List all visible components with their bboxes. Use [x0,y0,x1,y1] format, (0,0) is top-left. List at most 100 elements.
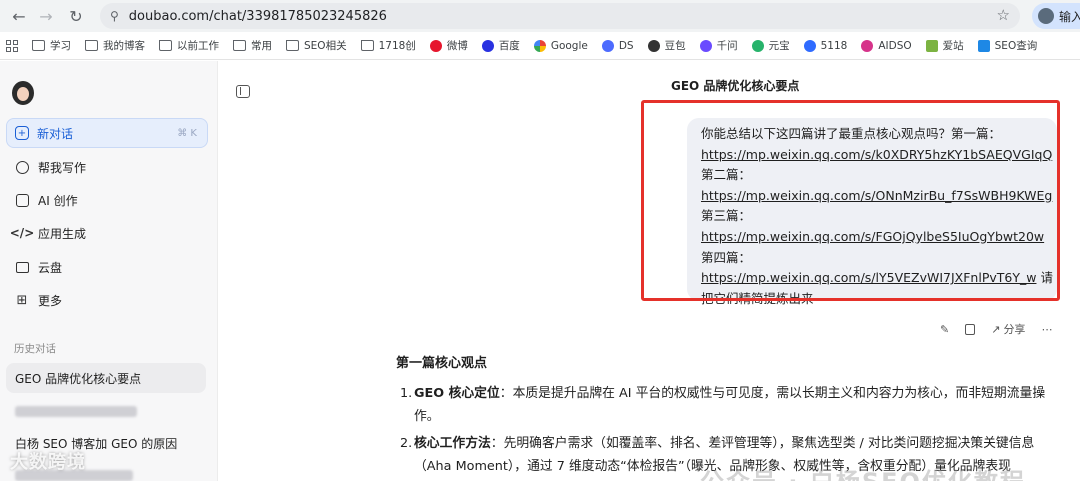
sidebar-item-label: 更多 [38,293,63,308]
item-bold: 核心工作方法 [414,436,491,451]
bookmark-item[interactable]: 常用 [233,38,272,53]
bookmark-item[interactable]: AIDSO [861,39,912,52]
profile-avatar [1038,8,1054,24]
bookmark-item[interactable]: Google [533,39,588,52]
sidebar-toggle-icon[interactable] [236,85,250,98]
folder-icon [233,40,246,51]
qianwen-icon [699,39,712,52]
bookmark-item[interactable]: 百度 [481,38,520,53]
share-label: 分享 [1003,323,1026,336]
more-icon[interactable]: ⋯ [1041,323,1052,336]
bookmark-label: 豆包 [664,40,686,52]
share-icon: ↗ [991,322,1001,336]
new-chat-button[interactable]: + 新对话 ⌘ K [6,118,208,148]
bookmark-label: 微博 [446,40,468,52]
sidebar-item-label: AI 创作 [38,193,78,208]
chat-main: GEO 品牌优化核心要点 你能总结以下这四篇讲了最重点核心观点吗？第一篇： ht… [219,61,1080,481]
bookmarks-bar: 学习 我的博客 以前工作 常用 SEO相关 1718创 微博 百度 Google… [0,32,1080,60]
blurred-history-item [15,406,137,417]
bookmark-item[interactable]: 以前工作 [159,38,219,53]
sidebar-item-ai-create[interactable]: AI 创作 [14,190,78,210]
bookmark-item[interactable]: 豆包 [647,38,686,53]
bookmark-label: SEO相关 [304,40,347,52]
folder-icon [85,40,98,51]
answer-list-item: 1. GEO 核心定位：本质是提升品牌在 AI 平台的权威性与可见度，需以长期主… [400,382,1070,428]
bookmark-label: 1718创 [378,40,416,52]
5118-icon [803,39,816,52]
bookmark-star-icon[interactable]: ☆ [997,6,1010,24]
bookmark-label: 我的博客 [103,40,145,52]
reload-icon[interactable]: ↻ [62,2,90,30]
watermark-right: 公众号 · 白杨SEO优化教程 [700,462,1026,481]
forward-icon[interactable]: → [32,2,60,30]
bookmark-label: 爱站 [942,40,964,52]
new-chat-icon: + [15,126,29,140]
bookmark-item[interactable]: 5118 [803,39,848,52]
copy-icon [965,323,976,335]
address-bar[interactable]: ⚲ doubao.com/chat/33981785023245826 ☆ [100,3,1020,29]
item-text: ：本质是提升品牌在 AI 平台的权威性与可见度，需以长期主义和内容力为核心，而非… [414,386,1046,424]
folder-icon [360,40,374,51]
watermark-left: 大数跨境 [10,452,86,473]
browser-toolbar: ← → ↻ ⚲ doubao.com/chat/3398178502324582… [0,0,1080,32]
bookmark-label: 学习 [50,40,71,52]
bookmark-label: 百度 [498,40,520,52]
bookmark-item[interactable]: 我的博客 [85,38,145,53]
profile-button[interactable]: 输入 [1032,3,1080,29]
writing-icon [14,159,30,175]
bookmark-label: 5118 [820,39,848,52]
sidebar-item-app-gen[interactable]: </> 应用生成 [9,223,87,243]
site-info-icon[interactable]: ⚲ [110,9,119,23]
folder-icon [286,40,299,51]
profile-label: 输入 [1059,9,1080,24]
bookmark-label: 常用 [251,40,272,52]
share-button[interactable]: ↗ 分享 [991,321,1025,337]
bookmark-label: 元宝 [768,40,790,52]
history-title: 历史对话 [14,343,56,355]
sidebar-item-label: 应用生成 [38,226,87,241]
bookmark-item[interactable]: SEO查询 [977,38,1038,53]
bookmark-label: 以前工作 [177,40,219,52]
image-icon [14,192,30,208]
bookmark-item[interactable]: DS [601,39,634,52]
aizhan-icon [925,39,938,52]
new-chat-shortcut: ⌘ K [177,127,197,139]
history-item-active[interactable]: GEO 品牌优化核心要点 [6,363,206,393]
bookmark-item[interactable]: 元宝 [751,38,790,53]
bookmark-label: SEO查询 [994,40,1038,52]
apps-grid-icon[interactable] [6,39,18,52]
doubao-icon [647,39,660,52]
deepseek-icon [601,39,614,52]
aidso-icon [861,39,874,52]
user-avatar[interactable] [12,81,34,105]
bookmark-item[interactable]: 微博 [429,38,468,53]
yuanbao-icon [751,39,764,52]
bookmark-label: Google [550,39,588,52]
sidebar-item-cloud-drive[interactable]: 云盘 [14,257,62,277]
bookmark-item[interactable]: 爱站 [925,38,964,53]
sidebar-item-more[interactable]: ⊞ 更多 [14,290,62,310]
list-number: 1. [400,386,413,401]
bookmark-item[interactable]: 千问 [699,38,738,53]
message-actions: ✎ ↗ 分享 ⋯ [940,321,1052,337]
answer-heading: 第一篇核心观点 [396,356,488,371]
history-item-label: GEO 品牌优化核心要点 [15,371,142,386]
bookmark-label: 千问 [716,40,738,52]
folder-icon [159,40,172,51]
copy-button[interactable] [965,323,976,335]
seo-query-icon [977,39,990,52]
sidebar-item-writing[interactable]: 帮我写作 [14,157,86,177]
bookmark-item[interactable]: SEO相关 [286,38,347,53]
back-icon[interactable]: ← [5,2,33,30]
cloud-drive-icon [14,259,30,275]
edit-icon[interactable]: ✎ [940,323,949,336]
google-icon [533,39,546,52]
list-number: 2. [400,436,413,451]
code-icon: </> [9,226,35,240]
grid-icon: ⊞ [16,292,28,308]
sidebar: + 新对话 ⌘ K 帮我写作 AI 创作 </> 应用生成 云盘 ⊞ 更多 历史… [0,61,218,481]
folder-icon [32,40,45,51]
bookmark-item[interactable]: 1718创 [360,38,416,53]
bookmark-item[interactable]: 学习 [32,38,71,53]
url-text: doubao.com/chat/33981785023245826 [128,8,387,24]
